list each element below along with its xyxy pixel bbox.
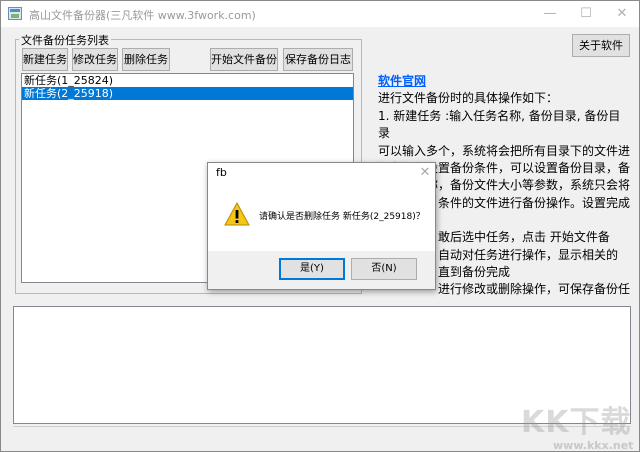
task-list-item-selected[interactable]: 新任务(2_25918) — [22, 87, 353, 100]
about-button[interactable]: 关于软件 — [572, 34, 630, 57]
dialog-footer: 是(Y) 否(N) — [208, 251, 435, 289]
info-line: 可以输入多个，系统将会把所有目录下的文件进 — [378, 143, 631, 158]
warning-icon — [224, 202, 250, 226]
confirm-dialog: fb ✕ 请确认是否删除任务 新任务(2_25918)？ 是(Y) 否(N) — [207, 162, 436, 290]
delete-task-button[interactable]: 删除任务 — [122, 48, 170, 71]
no-button[interactable]: 否(N) — [351, 258, 417, 280]
dialog-title: fb — [216, 166, 227, 179]
start-backup-button[interactable]: 开始文件备份 — [210, 48, 278, 71]
title-bar[interactable]: 高山文件备份器(三凡软件 www.3fwork.com) — ☐ ✕ — [1, 1, 639, 27]
info-line: 进行文件备份时的具体操作如下： — [378, 91, 559, 106]
task-group-label: 文件备份任务列表 — [19, 32, 111, 48]
watermark-logo: KK下载 — [521, 405, 632, 440]
info-line: 1. 新建任务 :输入任务名称, 备份目录, 备份目录 — [378, 108, 621, 141]
close-icon[interactable]: ✕ — [605, 1, 639, 27]
app-icon — [8, 7, 22, 20]
window-title: 高山文件备份器(三凡软件 www.3fwork.com) — [29, 9, 256, 22]
close-icon[interactable]: ✕ — [416, 164, 434, 182]
save-log-button[interactable]: 保存备份日志 — [283, 48, 353, 71]
task-list-item[interactable]: 新任务(1_25824) — [22, 74, 353, 87]
website-link[interactable]: 软件官网 — [378, 73, 630, 90]
dialog-message: 请确认是否删除任务 新任务(2_25918)？ — [259, 212, 425, 222]
minimize-icon[interactable]: — — [533, 1, 567, 27]
maximize-icon[interactable]: ☐ — [569, 1, 603, 27]
edit-task-button[interactable]: 修改任务 — [72, 48, 118, 71]
watermark-url: www.kkx.net — [553, 439, 634, 452]
yes-button[interactable]: 是(Y) — [279, 258, 345, 280]
new-task-button[interactable]: 新建任务 — [22, 48, 68, 71]
